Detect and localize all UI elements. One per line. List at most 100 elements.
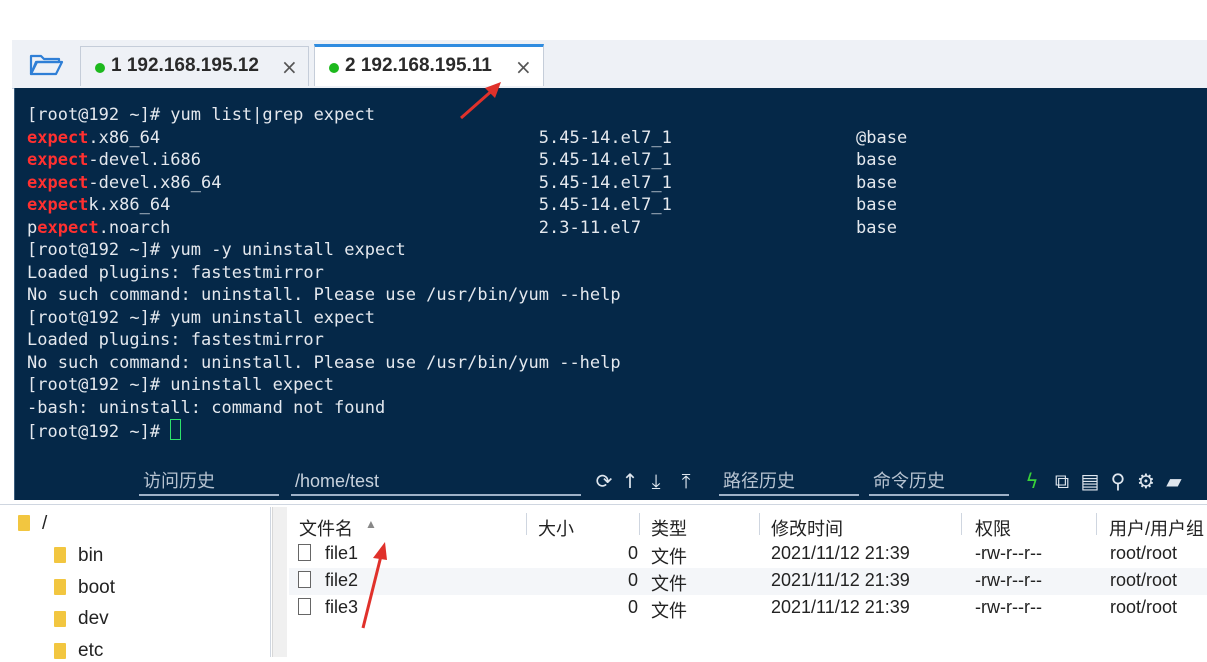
terminal-line: [root@192 ~]# xyxy=(27,419,907,442)
file-type: 文件 xyxy=(651,601,687,621)
highlighted-match: expect xyxy=(27,172,89,193)
terminal-line: [root@192 ~]# yum -y uninstall expect xyxy=(27,239,907,262)
path-input[interactable]: /home/test xyxy=(291,468,581,496)
file-name: file3 xyxy=(325,597,359,617)
terminal-line: expectk.x86_64 5.45-14.el7_1 base xyxy=(27,194,907,217)
tree-item-boot[interactable]: boot xyxy=(78,577,115,599)
terminal-line: No such command: uninstall. Please use /… xyxy=(27,352,907,375)
terminal-text: [root@192 ~]# yum uninstall expect xyxy=(27,307,375,328)
download-icon[interactable]: ⤓ xyxy=(645,470,667,492)
terminal-text: -bash: uninstall: command not found xyxy=(27,397,386,418)
file-mtime: 2021/11/12 21:39 xyxy=(771,597,910,617)
highlighted-match: expect xyxy=(27,195,89,215)
file-mtime: 2021/11/12 21:39 xyxy=(771,570,910,590)
file-icon xyxy=(298,544,311,561)
column-header-owner[interactable]: 用户/用户组 xyxy=(1109,515,1204,541)
terminal-text: Loaded plugins: fastestmirror xyxy=(27,262,324,283)
terminal-text: -devel.i686 5.45-14.el7_1 base xyxy=(88,150,897,170)
terminal-text: p xyxy=(27,217,38,238)
file-list: 文件名 ▲ 大小 类型 修改时间 权限 用户/用户组 file1 0 文件 20… xyxy=(289,507,1207,657)
tree-item-bin[interactable]: bin xyxy=(78,545,103,567)
file-icon xyxy=(298,598,311,615)
terminal-text: Loaded plugins: fastestmirror xyxy=(27,330,324,350)
file-permission: -rw-r--r-- xyxy=(975,570,1042,590)
column-divider[interactable] xyxy=(639,513,640,535)
copy-icon[interactable]: ⧉ xyxy=(1051,470,1073,492)
highlighted-match: expect xyxy=(27,150,89,170)
refresh-icon[interactable]: ⟳ xyxy=(593,470,615,492)
upload-icon[interactable]: ⤒ xyxy=(675,470,697,492)
folder-icon xyxy=(54,643,66,659)
terminal-text: .noarch 2.3-11.el7 base xyxy=(98,217,897,238)
terminal-text: No such command: uninstall. Please use /… xyxy=(27,285,621,305)
file-permission: -rw-r--r-- xyxy=(975,543,1042,563)
tab-session-2[interactable]: 2 192.168.195.11 × xyxy=(314,44,544,86)
file-mtime: 2021/11/12 21:39 xyxy=(771,543,910,563)
tree-scrollbar[interactable] xyxy=(272,507,287,657)
tab-label: 2 192.168.195.11 xyxy=(345,55,492,76)
flash-icon[interactable]: ϟ xyxy=(1021,470,1043,492)
terminal-line: expect.x86_64 5.45-14.el7_1 @base xyxy=(27,127,907,150)
table-row[interactable]: file3 0 文件 2021/11/12 21:39 -rw-r--r-- r… xyxy=(289,595,1207,622)
terminal-line: [root@192 ~]# yum uninstall expect xyxy=(27,307,907,330)
column-header-name[interactable]: 文件名 xyxy=(299,515,353,541)
folder-link-icon xyxy=(54,547,66,563)
access-history-field[interactable]: 访问历史 xyxy=(139,468,279,496)
column-divider[interactable] xyxy=(759,513,760,535)
path-history-field[interactable]: 路径历史 xyxy=(719,468,859,496)
terminal-text: [root@192 ~]# yum list|grep expect xyxy=(27,105,375,125)
file-type: 文件 xyxy=(651,547,687,567)
close-tab-icon[interactable]: × xyxy=(515,55,532,79)
file-icon xyxy=(298,571,311,588)
tree-item-etc[interactable]: etc xyxy=(78,640,103,662)
open-folder-icon[interactable] xyxy=(28,50,64,78)
table-row[interactable]: file2 0 文件 2021/11/12 21:39 -rw-r--r-- r… xyxy=(289,568,1207,595)
file-size: 0 xyxy=(628,570,639,590)
gear-icon[interactable]: ⚙ xyxy=(1135,470,1157,492)
terminal-text: [root@192 ~]# uninstall expect xyxy=(27,375,335,395)
highlighted-match: expect xyxy=(37,217,99,238)
sort-asc-icon: ▲ xyxy=(365,517,377,531)
terminal-text: .x86_64 5.45-14.el7_1 @base xyxy=(88,127,908,148)
terminal-cursor xyxy=(170,419,182,440)
connected-status-icon xyxy=(95,63,105,73)
file-size: 0 xyxy=(628,597,639,617)
upload-arrow-icon[interactable]: ↑ xyxy=(619,470,641,492)
tree-item-dev[interactable]: dev xyxy=(78,608,109,630)
terminal-line: expect-devel.x86_64 5.45-14.el7_1 base xyxy=(27,172,907,195)
folder-icon xyxy=(54,579,66,595)
terminal-line: Loaded plugins: fastestmirror xyxy=(27,262,907,285)
file-owner: root/root xyxy=(1110,543,1178,563)
terminal-line: -bash: uninstall: command not found xyxy=(27,397,907,420)
file-owner: root/root xyxy=(1110,597,1178,617)
file-permission: -rw-r--r-- xyxy=(975,597,1042,617)
connected-status-icon xyxy=(329,63,339,73)
terminal-toolbar: 访问历史 /home/test ⟳ ↑ ⤓ ⤒ 路径历史 命令历史 ϟ ⧉ ▤ … xyxy=(15,460,1207,500)
command-history-field[interactable]: 命令历史 xyxy=(869,468,1009,496)
search-icon[interactable]: ⚲ xyxy=(1107,470,1129,492)
close-tab-icon[interactable]: × xyxy=(281,55,298,79)
tab-session-1[interactable]: 1 192.168.195.12 × xyxy=(80,46,309,86)
file-name: file1 xyxy=(325,543,359,563)
tree-item-root[interactable]: / xyxy=(42,513,47,535)
file-owner: root/root xyxy=(1110,570,1178,590)
folder-icon[interactable]: ▰ xyxy=(1163,470,1185,492)
column-header-size[interactable]: 大小 xyxy=(538,515,574,541)
column-divider[interactable] xyxy=(526,513,527,535)
paste-icon[interactable]: ▤ xyxy=(1079,470,1101,492)
terminal-panel[interactable]: [root@192 ~]# yum list|grep expect expect… xyxy=(14,88,1207,500)
column-header-mtime[interactable]: 修改时间 xyxy=(771,515,843,541)
column-divider[interactable] xyxy=(961,513,962,535)
terminal-text: [root@192 ~]# yum -y uninstall expect xyxy=(27,240,406,260)
column-header-type[interactable]: 类型 xyxy=(651,515,687,541)
terminal-text: No such command: uninstall. Please use /… xyxy=(27,352,621,373)
column-divider[interactable] xyxy=(1096,513,1097,535)
column-header-permission[interactable]: 权限 xyxy=(975,515,1011,541)
terminal-text: k.x86_64 5.45-14.el7_1 base xyxy=(88,195,897,215)
file-size: 0 xyxy=(628,543,639,563)
terminal-line: pexpect.noarch 2.3-11.el7 base xyxy=(27,217,907,240)
terminal-line: expect-devel.i686 5.45-14.el7_1 base xyxy=(27,149,907,172)
file-type: 文件 xyxy=(651,574,687,594)
terminal-output: [root@192 ~]# yum list|grep expect expect… xyxy=(27,104,907,442)
table-row[interactable]: file1 0 文件 2021/11/12 21:39 -rw-r--r-- r… xyxy=(289,541,1207,568)
